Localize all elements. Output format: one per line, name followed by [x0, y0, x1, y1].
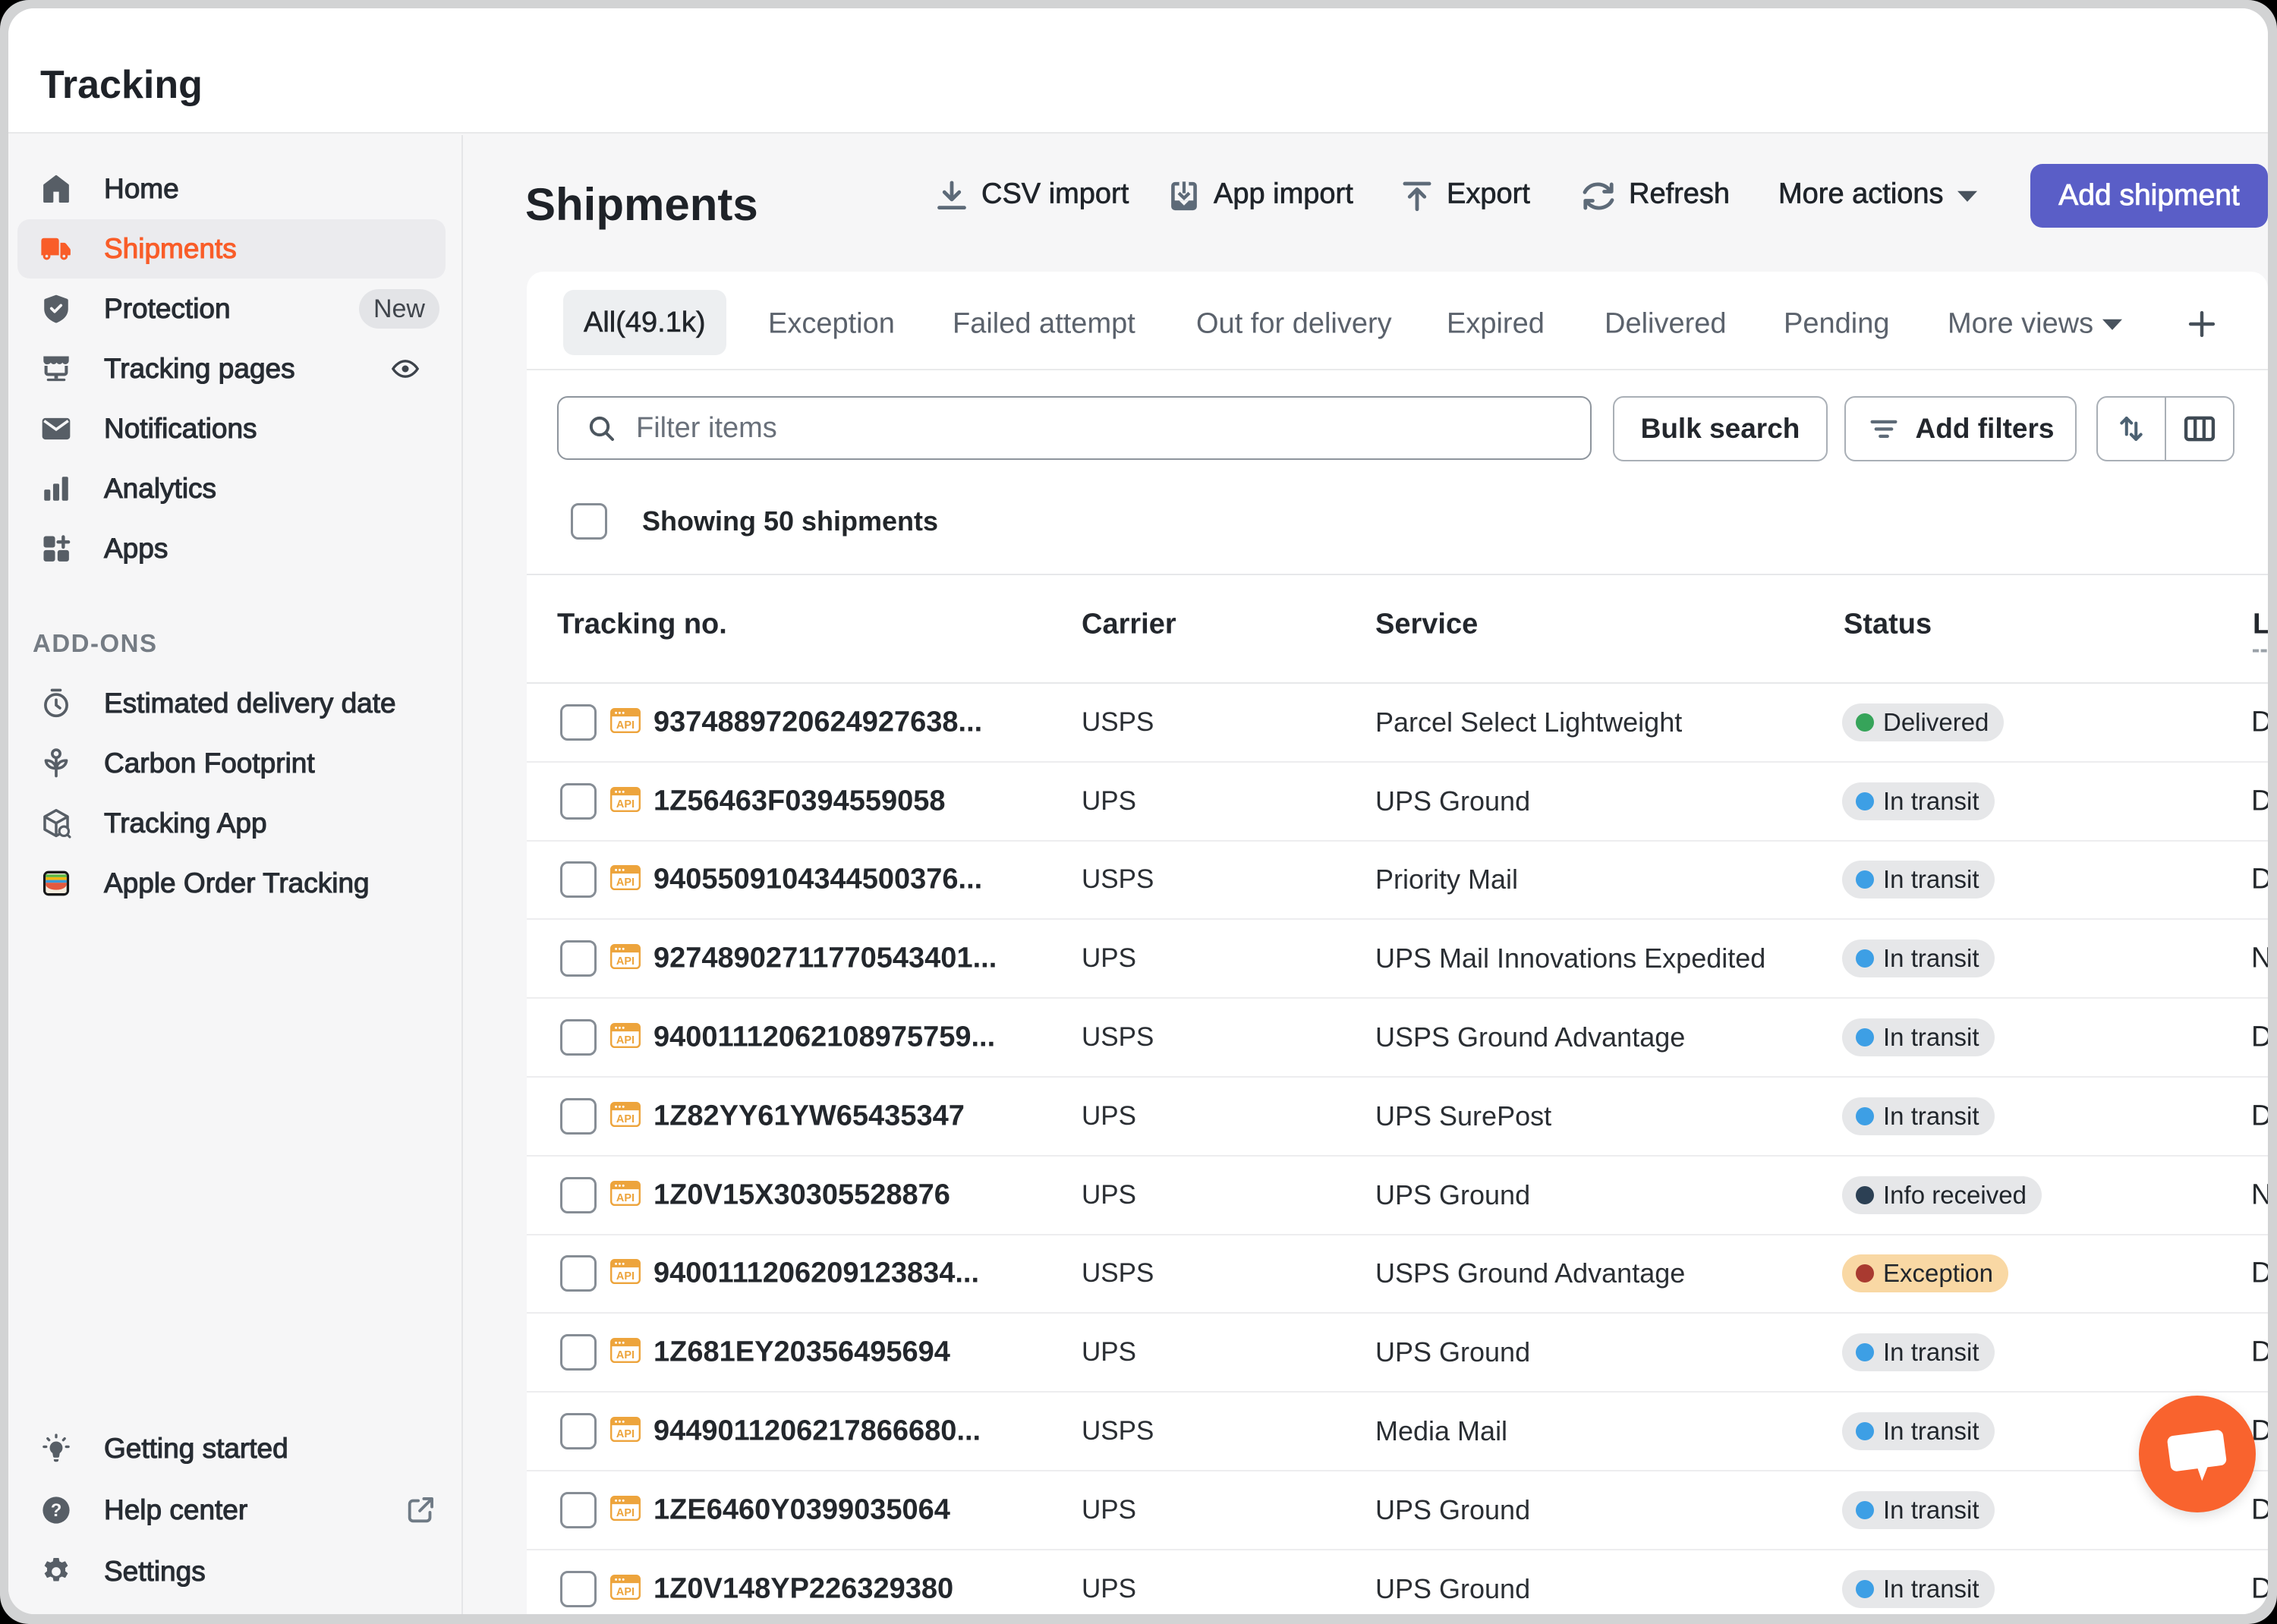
svg-text:API: API	[616, 719, 635, 732]
svg-text:API: API	[616, 1507, 635, 1519]
svg-text:API: API	[616, 1270, 635, 1283]
svg-text:API: API	[616, 1034, 635, 1046]
svg-text:?: ?	[51, 1500, 62, 1521]
svg-text:API: API	[616, 798, 635, 810]
svg-text:API: API	[616, 1113, 635, 1125]
svg-text:API: API	[616, 1586, 635, 1598]
svg-text:API: API	[616, 955, 635, 968]
svg-text:API: API	[616, 1192, 635, 1204]
svg-text:API: API	[616, 877, 635, 889]
svg-text:API: API	[616, 1349, 635, 1361]
svg-text:API: API	[616, 1428, 635, 1440]
